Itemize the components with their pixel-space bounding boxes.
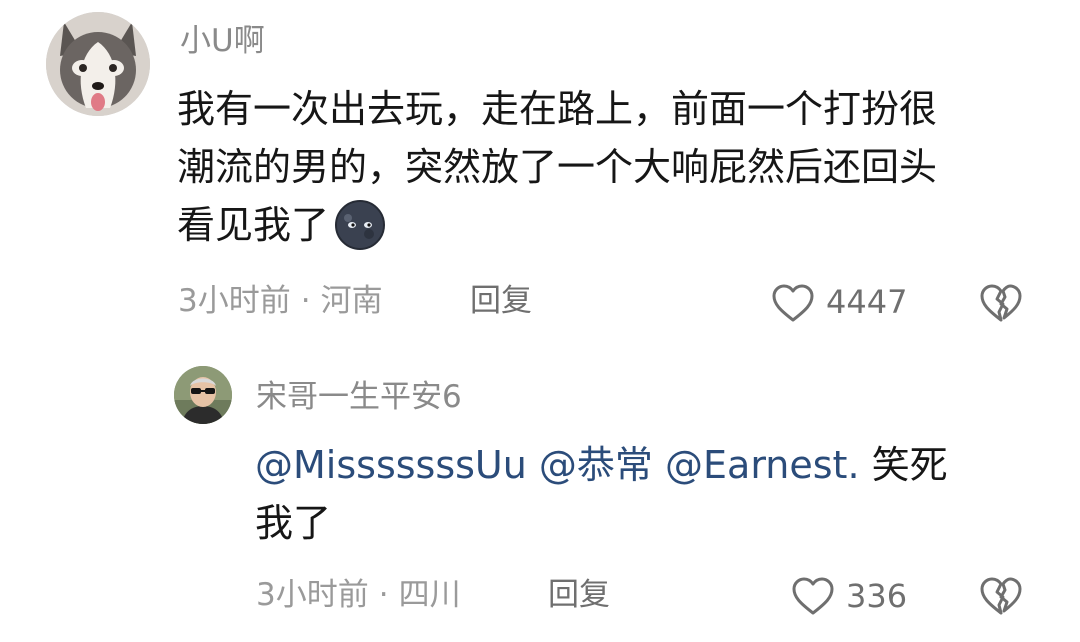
like-heart-icon[interactable] xyxy=(770,282,816,324)
comment-location: 河南 xyxy=(320,283,383,319)
reply-button[interactable]: 回复 xyxy=(470,286,532,317)
new-moon-face-emoji-icon xyxy=(333,198,387,252)
man-with-sunglasses-avatar-icon xyxy=(174,366,232,424)
commenter-avatar[interactable] xyxy=(46,12,150,116)
mention-link[interactable]: @Earnest. xyxy=(665,443,860,487)
comment-text: 我有一次出去玩，走在路上，前面一个打扮很 潮流的男的，突然放了一个大响屁然后还回… xyxy=(177,80,1057,254)
reply-text-line-2: 我了 xyxy=(255,501,332,545)
comment-text-line-1: 我有一次出去玩，走在路上，前面一个打扮很 xyxy=(177,87,938,131)
meta-separator: · xyxy=(300,283,311,319)
reply-time: 3小时前 xyxy=(256,577,369,613)
reply-text-tail: 笑死 xyxy=(871,443,948,487)
commenter-username[interactable]: 小U啊 xyxy=(180,26,265,57)
mention-link[interactable]: @恭常 xyxy=(539,443,653,487)
reply-dislike-broken-heart-icon[interactable] xyxy=(978,575,1024,617)
meta-separator: · xyxy=(378,577,389,613)
reply-location: 四川 xyxy=(398,577,461,613)
mention-link[interactable]: @MisssssssUu xyxy=(255,443,527,487)
replier-avatar[interactable] xyxy=(174,366,232,424)
reply-text: @MisssssssUu @恭常 @Earnest. 笑死 我了 xyxy=(255,436,1055,552)
comment-text-line-2: 潮流的男的，突然放了一个大响屁然后还回头 xyxy=(177,145,938,189)
replier-username[interactable]: 宋哥一生平安6 xyxy=(256,382,462,413)
reply-meta-row: 3小时前 · 四川 xyxy=(256,580,461,611)
reply-like-heart-icon[interactable] xyxy=(790,575,836,617)
comment-meta-row: 3小时前 · 河南 xyxy=(178,286,383,317)
reply-reply-button[interactable]: 回复 xyxy=(548,580,610,611)
comment-time: 3小时前 xyxy=(178,283,291,319)
reply-like-count: 336 xyxy=(846,577,908,615)
husky-dog-avatar-icon xyxy=(46,12,150,116)
dislike-broken-heart-icon[interactable] xyxy=(978,282,1024,324)
comment-text-line-3: 看见我了 xyxy=(177,203,330,247)
like-count: 4447 xyxy=(826,283,908,321)
